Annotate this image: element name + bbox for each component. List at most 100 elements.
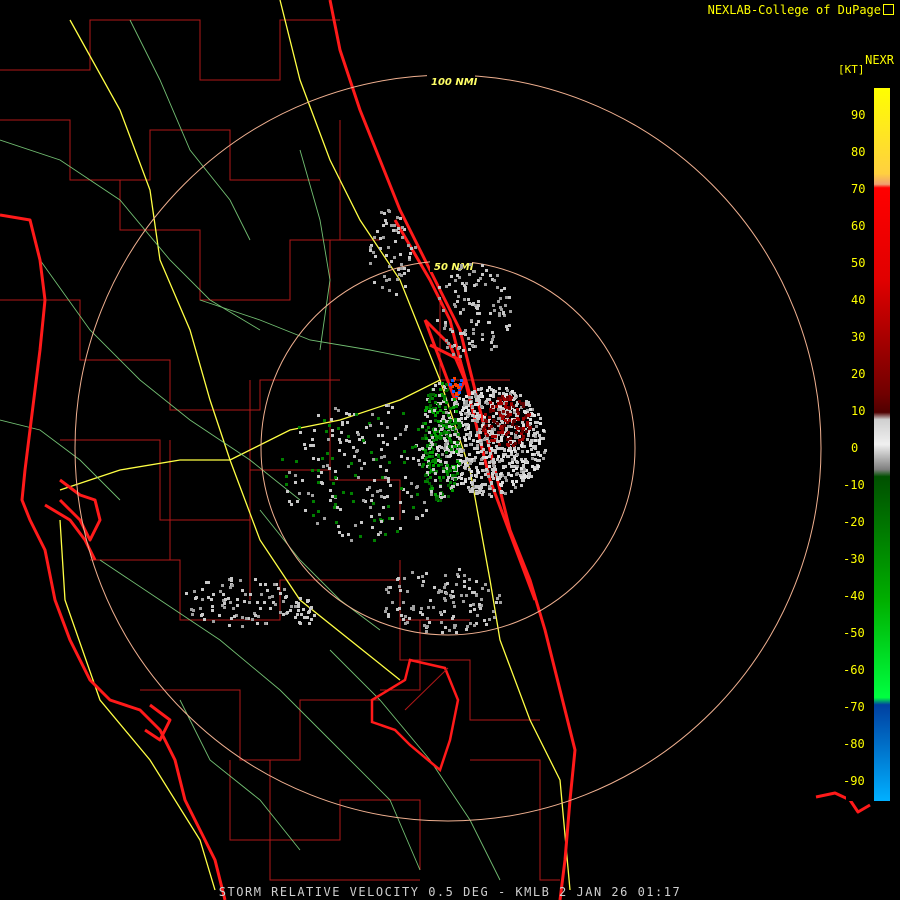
echo-pixel [312,457,315,460]
echo-pixel [429,404,432,407]
echo-pixel [477,304,480,307]
echo-pixel [445,401,448,404]
echo-pixel [410,495,413,498]
echo-pixel [533,414,536,417]
echo-pixel [492,458,495,461]
echo-pixel [469,263,472,266]
echo-pixel [376,490,379,493]
echo-pixel [489,452,492,455]
echo-pixel [194,597,197,600]
echo-pixel [462,332,465,335]
echo-pixel [499,414,502,417]
echo-pixel [303,616,306,619]
echo-pixel [271,595,274,598]
echo-pixel [542,457,545,460]
echo-pixel [320,481,323,484]
echo-pixel [298,426,301,429]
echo-pixel [338,438,341,441]
scale-tick: -90 [843,774,865,788]
scale-tick: -70 [843,700,865,714]
echo-pixel [521,430,524,433]
echo-pixel [241,589,244,592]
echo-pixel [230,617,233,620]
echo-pixel [456,300,459,303]
echo-pixel [408,256,411,259]
echo-pixel [476,440,479,443]
echo-pixel [485,424,488,427]
corner-box-icon[interactable] [883,4,894,15]
echo-pixel [485,451,488,454]
echo-pixel [523,474,526,477]
echo-pixel [524,458,527,461]
echo-pixel [232,607,235,610]
echo-pixel [511,423,514,426]
echo-pixel [239,579,242,582]
echo-pixel [426,617,429,620]
echo-pixel [432,464,435,467]
echo-pixel [510,432,513,435]
echo-pixel [506,398,509,401]
echo-pixel [505,402,508,405]
echo-pixel [471,481,474,484]
echo-pixel [212,620,215,623]
echo-pixel [446,582,449,585]
echo-pixel [354,474,357,477]
echo-pixel [441,394,444,397]
echo-pixel [358,438,361,441]
echo-pixel [443,327,446,330]
scale-tick: 80 [851,145,866,159]
echo-pixel [380,422,383,425]
echo-pixel [325,430,328,433]
echo-pixel [468,342,471,345]
echo-pixel [469,622,472,625]
echo-pixel [352,446,355,449]
echo-pixel [277,587,280,590]
echo-pixel [443,610,446,613]
echo-pixel [310,618,313,621]
echo-pixel [384,533,387,536]
echo-pixel [500,458,503,461]
echo-pixel [454,290,457,293]
radar-map: 100 NMI 50 NMI [0,0,871,900]
echo-pixel [294,481,297,484]
echo-pixel [446,479,449,482]
echo-pixel [493,616,496,619]
scale-tick: -10 [843,478,865,492]
echo-pixel [479,277,482,280]
echo-pixel [498,443,501,446]
echo-pixel [259,583,262,586]
echo-pixel [428,410,431,413]
echo-pixel [487,475,490,478]
echo-pixel [481,338,484,341]
scale-tick: -30 [843,552,865,566]
echo-pixel [332,482,335,485]
echo-pixel [396,216,399,219]
echo-pixel [212,593,215,596]
echo-pixel [442,467,445,470]
echo-pixel [298,621,301,624]
echo-pixel [471,419,474,422]
echo-pixel [387,411,390,414]
echo-pixel [481,264,484,267]
echo-pixel [434,434,437,437]
echo-pixel [464,444,467,447]
echo-pixel [522,471,525,474]
echo-pixel [402,510,405,513]
echo-pixel [498,411,501,414]
echo-pixel [458,445,461,448]
echo-pixel [254,614,257,617]
echo-pixel [432,459,435,462]
echo-pixel [499,297,502,300]
echo-pixel [458,462,461,465]
echo-pixel [458,568,461,571]
echo-pixel [439,409,442,412]
echo-pixel [228,624,231,627]
echo-pixel [529,408,532,411]
echo-pixel [385,279,388,282]
echo-pixel [449,434,452,437]
echo-pixel [477,417,480,420]
echo-pixel [279,611,282,614]
echo-pixel [410,247,413,250]
echo-pixel [414,445,417,448]
echo-pixel [321,457,324,460]
